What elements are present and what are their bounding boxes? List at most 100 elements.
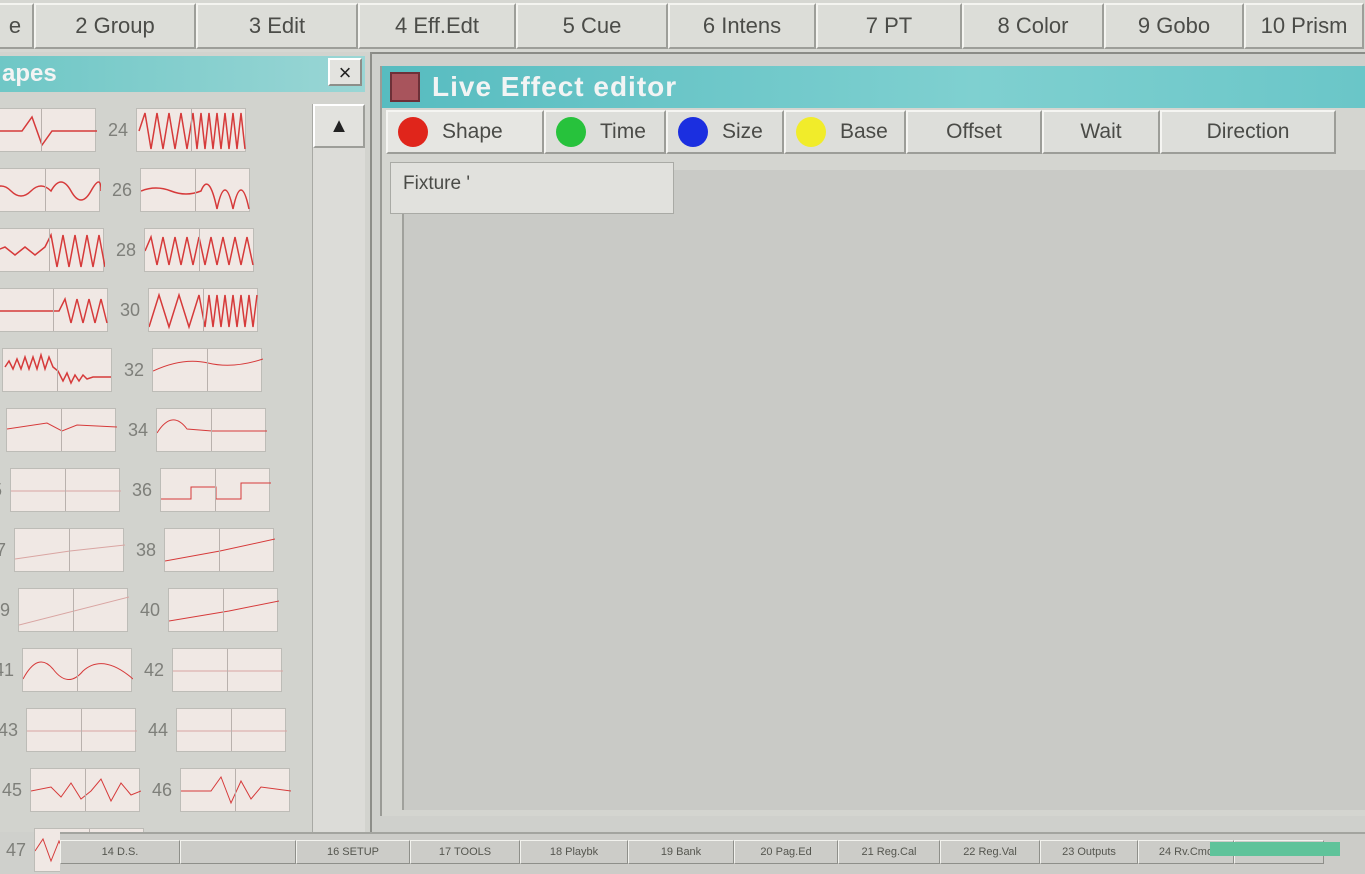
shape-thumbnail[interactable] (0, 168, 101, 212)
tab-prism[interactable]: 10 Prism (1244, 3, 1364, 49)
shape-thumbnail[interactable] (152, 348, 263, 392)
tab-pt[interactable]: 7 PT (816, 3, 962, 49)
shape-cell[interactable]: 24 (100, 102, 250, 158)
tab-intens[interactable]: 6 Intens (668, 3, 816, 49)
shape-thumbnail[interactable] (160, 468, 271, 512)
shape-cell[interactable]: 36 (124, 462, 274, 518)
shape-thumbnail[interactable] (0, 108, 97, 152)
shape-row: 30 (0, 282, 262, 338)
green-dot-icon (556, 117, 586, 147)
close-button[interactable]: × (328, 58, 362, 86)
tab-size[interactable]: Size (666, 110, 784, 154)
shape-cell[interactable] (0, 222, 108, 278)
tab-offset[interactable]: Offset (906, 110, 1042, 154)
bottom-key-bar: 14 D.S. 16 SETUP 17 TOOLS 18 Playbk 19 B… (60, 832, 1365, 874)
shape-cell[interactable]: 26 (104, 162, 254, 218)
shape-cell[interactable]: 30 (112, 282, 262, 338)
shape-thumbnail[interactable] (10, 468, 121, 512)
shape-cell[interactable] (0, 102, 100, 158)
shape-thumbnail[interactable] (6, 408, 117, 452)
shape-row: 32 (0, 342, 266, 398)
tab-1[interactable]: e (0, 3, 34, 49)
key-17[interactable]: 17 TOOLS (410, 840, 520, 864)
shape-thumbnail[interactable] (156, 408, 267, 452)
shape-thumbnail[interactable] (14, 528, 125, 572)
tab-color[interactable]: 8 Color (962, 3, 1104, 49)
shape-cell[interactable]: 41 (0, 642, 136, 698)
shape-thumbnail[interactable] (176, 708, 287, 752)
shape-cell[interactable]: 46 (144, 762, 294, 818)
shape-thumbnail[interactable] (168, 588, 279, 632)
shape-cell[interactable]: 34 (120, 402, 270, 458)
shape-thumbnail[interactable] (0, 228, 105, 272)
shapes-panel: apes × 24 26 28 30 32 34 36 7 38 9 40 1 … (0, 52, 372, 872)
live-effect-editor-window: Live Effect editor Shape Time Size Base … (380, 66, 1365, 816)
key-19[interactable]: 19 Bank (628, 840, 734, 864)
tab-group[interactable]: 2 Group (34, 3, 196, 49)
tab-label: Base (840, 120, 888, 143)
shape-thumbnail[interactable] (144, 228, 254, 272)
shape-cell[interactable]: 42 (136, 642, 286, 698)
shape-cell[interactable]: 37 (0, 522, 128, 578)
shape-thumbnail[interactable] (140, 168, 250, 212)
shape-thumbnail[interactable] (172, 648, 283, 692)
shape-thumbnail[interactable] (180, 768, 291, 812)
tab-wait[interactable]: Wait (1042, 110, 1160, 154)
effect-canvas[interactable] (402, 170, 1365, 810)
shape-cell[interactable]: 40 (132, 582, 282, 638)
app-screen: e 2 Group 3 Edit 4 Eff.Edt 5 Cue 6 Inten… (0, 0, 1365, 874)
shape-row: 35 36 (0, 462, 274, 518)
shape-row: 45 46 (0, 762, 294, 818)
editor-title: Live Effect editor (432, 71, 678, 102)
shape-cell[interactable] (0, 342, 116, 398)
key-14[interactable]: 14 D.S. (60, 840, 180, 864)
shape-thumbnail[interactable] (18, 588, 129, 632)
shape-thumbnail[interactable] (148, 288, 258, 332)
shape-cell[interactable]: 28 (108, 222, 258, 278)
tab-base[interactable]: Base (784, 110, 906, 154)
shape-cell[interactable]: 45 (0, 762, 144, 818)
tab-gobo[interactable]: 9 Gobo (1104, 3, 1244, 49)
shape-thumbnail[interactable] (22, 648, 133, 692)
shape-thumbnail[interactable] (164, 528, 275, 572)
tab-direction[interactable]: Direction (1160, 110, 1336, 154)
shape-row: 34 (0, 402, 270, 458)
tab-cue[interactable]: 5 Cue (516, 3, 668, 49)
shape-cell[interactable] (0, 282, 112, 338)
shape-row: 24 (0, 102, 250, 158)
scroll-up-button[interactable]: ▲ (313, 104, 365, 148)
key-22[interactable]: 22 Reg.Val (940, 840, 1040, 864)
key-20[interactable]: 20 Pag.Ed (734, 840, 838, 864)
shape-thumbnail[interactable] (2, 348, 112, 392)
shape-row: 28 (0, 222, 258, 278)
tab-label: Shape (442, 120, 503, 143)
fixture-field[interactable]: Fixture ' (390, 162, 674, 214)
shape-cell[interactable]: 44 (140, 702, 290, 758)
key-23[interactable]: 23 Outputs (1040, 840, 1138, 864)
editor-titlebar: Live Effect editor (382, 66, 1365, 108)
shape-thumbnail[interactable] (136, 108, 246, 152)
shape-thumbnail[interactable] (26, 708, 137, 752)
shape-thumbnail[interactable] (0, 288, 108, 332)
tab-time[interactable]: Time (544, 110, 666, 154)
shape-row: 43 44 (0, 702, 290, 758)
key-16[interactable]: 16 SETUP (296, 840, 410, 864)
key-15[interactable] (180, 840, 296, 864)
shape-cell[interactable]: 32 (116, 342, 266, 398)
shape-cell[interactable]: 35 (0, 462, 124, 518)
editor-tabs: Shape Time Size Base Offset Wait Directi… (386, 110, 1365, 158)
tab-effect-edit[interactable]: 4 Eff.Edt (358, 3, 516, 49)
status-indicator (1210, 842, 1340, 856)
blue-dot-icon (678, 117, 708, 147)
shape-cell[interactable] (0, 402, 120, 458)
key-21[interactable]: 21 Reg.Cal (838, 840, 940, 864)
key-18[interactable]: 18 Playbk (520, 840, 628, 864)
shape-cell[interactable]: 43 (0, 702, 140, 758)
shapes-scrollbar[interactable]: ▲ ▼ (312, 104, 365, 864)
tab-edit[interactable]: 3 Edit (196, 3, 358, 49)
shape-thumbnail[interactable] (30, 768, 141, 812)
shape-cell[interactable]: 39 (0, 582, 132, 638)
shape-cell[interactable] (0, 162, 104, 218)
shape-cell[interactable]: 38 (128, 522, 278, 578)
tab-shape[interactable]: Shape (386, 110, 544, 154)
